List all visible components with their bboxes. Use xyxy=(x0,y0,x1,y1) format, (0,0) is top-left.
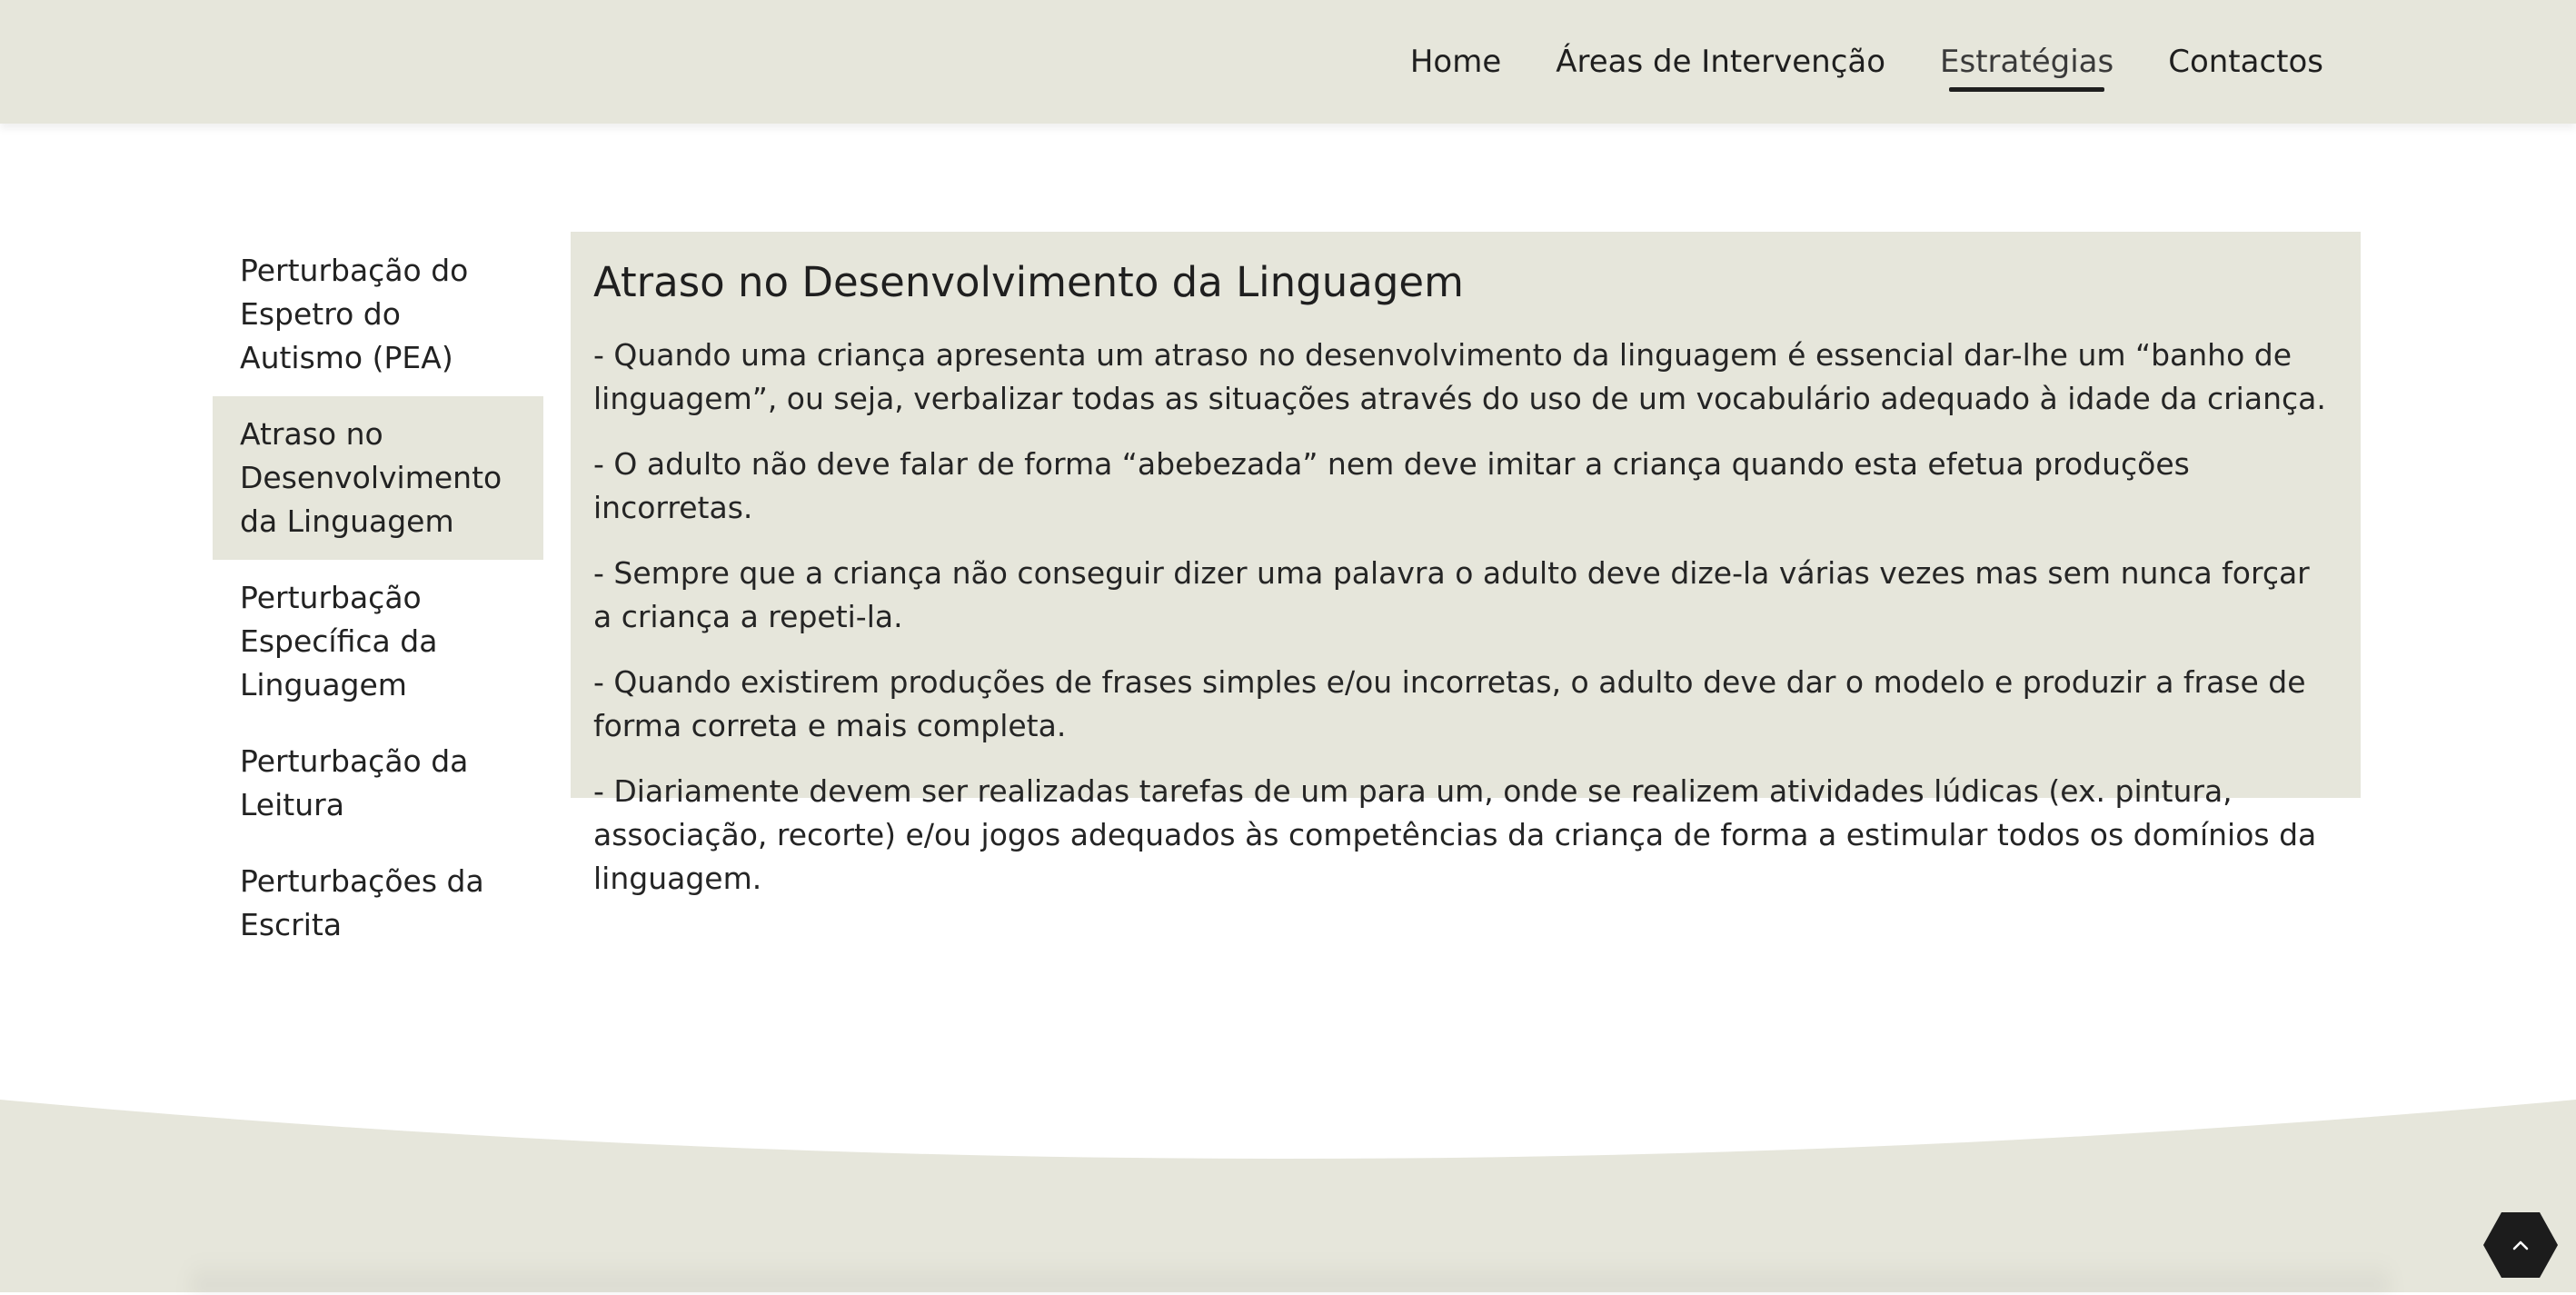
sidebar-item-perturbacao-especifica[interactable]: Perturbação Específica da Linguagem xyxy=(213,560,543,723)
strategy-paragraph: - Diariamente devem ser realizadas taref… xyxy=(593,773,2317,896)
active-nav-underline xyxy=(1949,87,2105,92)
strategy-paragraph: - O adulto não deve falar de forma “abeb… xyxy=(593,446,2190,525)
nav-estrategias[interactable]: Estratégias xyxy=(1940,0,2114,124)
footer-shadow xyxy=(191,1259,2390,1295)
sidebar-item-pea[interactable]: Perturbação do Espetro do Autismo (PEA) xyxy=(213,233,543,396)
strategies-sidebar: Perturbação do Espetro do Autismo (PEA) … xyxy=(213,233,543,963)
hexagon-shape xyxy=(2483,1212,2558,1278)
content-panel: Atraso no Desenvolvimento da Linguagem -… xyxy=(571,232,2361,896)
nav-areas-intervencao[interactable]: Áreas de Intervenção xyxy=(1556,0,1885,124)
strategy-paragraph: - Quando existirem produções de frases s… xyxy=(593,664,2306,743)
site-header: Home Áreas de Intervenção Estratégias Co… xyxy=(0,0,2576,124)
nav-contactos[interactable]: Contactos xyxy=(2168,0,2323,124)
main-nav: Home Áreas de Intervenção Estratégias Co… xyxy=(1356,0,2323,124)
sidebar-item-atraso-linguagem[interactable]: Atraso no Desenvolvimento da Linguagem xyxy=(213,396,543,560)
page-title: Atraso no Desenvolvimento da Linguagem xyxy=(593,258,1464,306)
sidebar-item-perturbacao-leitura[interactable]: Perturbação da Leitura xyxy=(213,723,543,843)
strategy-paragraph: - Quando uma criança apresenta um atraso… xyxy=(593,337,2326,416)
back-to-top-button[interactable] xyxy=(2483,1212,2558,1278)
nav-estrategias-label: Estratégias xyxy=(1940,44,2114,80)
nav-home[interactable]: Home xyxy=(1410,0,1501,124)
sidebar-item-perturbacoes-escrita[interactable]: Perturbações da Escrita xyxy=(213,843,543,963)
strategy-paragraph: - Sempre que a criança não conseguir diz… xyxy=(593,555,2310,634)
